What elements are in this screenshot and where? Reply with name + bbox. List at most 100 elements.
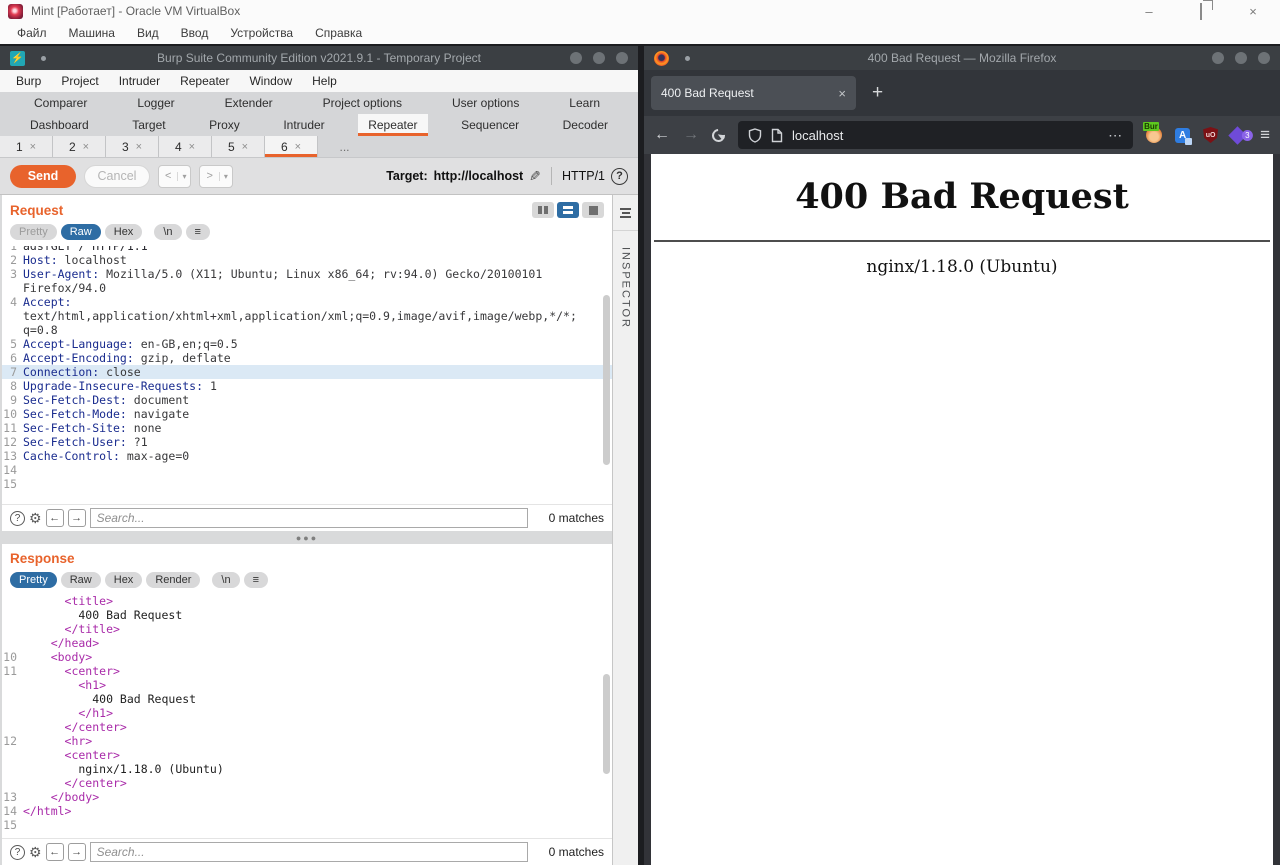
search-settings-gear-icon[interactable]: ⚙ — [29, 510, 42, 527]
host-menu-item-4[interactable]: Устройства — [219, 26, 304, 40]
tab-proxy[interactable]: Proxy — [199, 114, 250, 136]
inspector-sidebar[interactable]: INSPECTOR — [612, 195, 638, 865]
response-editor[interactable]: <title> 400 Bad Request </title> </head>… — [2, 594, 612, 838]
search-prev-button[interactable]: ← — [46, 509, 64, 527]
burp-menu-repeater[interactable]: Repeater — [170, 74, 239, 88]
tab-learn[interactable]: Learn — [559, 92, 610, 114]
host-menu-item-2[interactable]: Вид — [126, 26, 170, 40]
repeater-tab-1[interactable]: 1× — [0, 136, 53, 157]
close-button[interactable]: × — [1244, 4, 1262, 19]
browser-tab[interactable]: 400 Bad Request × — [651, 76, 856, 110]
chip-n[interactable]: \n — [154, 224, 181, 240]
tab-repeater[interactable]: Repeater — [358, 114, 427, 136]
request-editor[interactable]: 1adsfGET / HTTP/1.12Host: localhost3User… — [2, 246, 612, 504]
tab-comparer[interactable]: Comparer — [24, 92, 97, 114]
minimize-button[interactable]: – — [1140, 4, 1158, 19]
tab-logger[interactable]: Logger — [127, 92, 184, 114]
host-menu-item-3[interactable]: Ввод — [170, 26, 220, 40]
search-next-button[interactable]: → — [68, 509, 86, 527]
search-settings-gear-icon[interactable]: ⚙ — [29, 844, 42, 861]
burp-menu-intruder[interactable]: Intruder — [109, 74, 170, 88]
layout-rows-button[interactable] — [557, 202, 579, 218]
tab-project-options[interactable]: Project options — [313, 92, 412, 114]
send-button[interactable]: Send — [10, 165, 76, 188]
tab-intruder[interactable]: Intruder — [273, 114, 334, 136]
page-actions-dots-icon[interactable]: ⋯ — [1108, 127, 1123, 144]
caret-down-icon[interactable]: ▾ — [177, 172, 190, 181]
foxyproxy-extension-icon[interactable]: Bur — [1146, 127, 1162, 143]
inspector-collapse-icon[interactable] — [620, 208, 631, 218]
tab-sequencer[interactable]: Sequencer — [451, 114, 529, 136]
restore-button[interactable] — [1192, 4, 1210, 19]
repeater-tab-more[interactable]: ... — [318, 136, 371, 157]
tab-close-icon[interactable]: × — [242, 141, 248, 153]
tab-dashboard[interactable]: Dashboard — [20, 114, 99, 136]
new-tab-button[interactable]: + — [872, 82, 883, 104]
chip-hex[interactable]: Hex — [105, 224, 143, 240]
tab-close-icon[interactable]: × — [83, 141, 89, 153]
history-forward-button[interactable]: >▾ — [199, 165, 232, 188]
back-button[interactable]: ← — [654, 126, 670, 144]
window-button-maximize[interactable] — [593, 52, 605, 64]
repeater-tab-2[interactable]: 2× — [53, 136, 106, 157]
translate-extension-icon[interactable]: A — [1175, 128, 1190, 143]
layout-single-button[interactable] — [582, 202, 604, 218]
repeater-tab-6[interactable]: 6× — [265, 136, 318, 157]
window-button-close[interactable] — [616, 52, 628, 64]
forward-button[interactable]: → — [683, 126, 699, 144]
request-scrollbar[interactable] — [603, 295, 610, 465]
tab-user-options[interactable]: User options — [442, 92, 529, 114]
caret-down-icon[interactable]: ▾ — [219, 172, 232, 181]
search-help-icon[interactable]: ? — [10, 511, 25, 526]
window-button-minimize[interactable] — [570, 52, 582, 64]
window-button-maximize[interactable] — [1235, 52, 1247, 64]
window-button-close[interactable] — [1258, 52, 1270, 64]
search-help-icon[interactable]: ? — [10, 845, 25, 860]
ublock-origin-extension-icon[interactable]: uO — [1203, 127, 1218, 143]
chip-raw[interactable]: Raw — [61, 572, 101, 588]
window-button-minimize[interactable] — [1212, 52, 1224, 64]
tab-target[interactable]: Target — [122, 114, 175, 136]
history-back-button[interactable]: <▾ — [158, 165, 191, 188]
tracking-shield-icon[interactable] — [748, 128, 762, 143]
chip-n[interactable]: \n — [212, 572, 239, 588]
tab-close-icon[interactable]: × — [295, 141, 301, 153]
app-menu-hamburger-icon[interactable]: ≡ — [1260, 125, 1270, 145]
tab-close-icon[interactable]: × — [30, 141, 36, 153]
repeater-tab-5[interactable]: 5× — [212, 136, 265, 157]
panel-splitter-handle[interactable]: ●●● — [2, 531, 612, 544]
edit-target-pencil-icon[interactable]: ✎ — [529, 168, 541, 185]
tab-extender[interactable]: Extender — [215, 92, 283, 114]
chip-hex[interactable]: Hex — [105, 572, 143, 588]
chip-item[interactable]: ≡ — [244, 572, 268, 588]
repeater-tab-3[interactable]: 3× — [106, 136, 159, 157]
tab-close-icon[interactable]: × — [136, 141, 142, 153]
search-next-button[interactable]: → — [68, 843, 86, 861]
tab-decoder[interactable]: Decoder — [553, 114, 618, 136]
url-bar[interactable]: localhost ⋯ — [738, 121, 1133, 149]
burp-titlebar[interactable]: Burp Suite Community Edition v2021.9.1 -… — [0, 46, 638, 70]
chip-render[interactable]: Render — [146, 572, 200, 588]
chip-pretty[interactable]: Pretty — [10, 572, 57, 588]
response-scrollbar[interactable] — [603, 674, 610, 774]
url-text[interactable]: localhost — [792, 128, 843, 143]
host-menu-item-5[interactable]: Справка — [304, 26, 373, 40]
chip-pretty[interactable]: Pretty — [10, 224, 57, 240]
firefox-titlebar[interactable]: 400 Bad Request — Mozilla Firefox — [644, 46, 1280, 70]
burp-menu-project[interactable]: Project — [51, 74, 108, 88]
burp-menu-burp[interactable]: Burp — [6, 74, 51, 88]
tab-close-icon[interactable]: × — [838, 86, 846, 101]
response-search-input[interactable] — [90, 842, 528, 862]
host-menu-item-1[interactable]: Машина — [58, 26, 126, 40]
cancel-button[interactable]: Cancel — [84, 165, 150, 188]
container-extension-icon[interactable]: 3 — [1228, 126, 1246, 144]
chip-raw[interactable]: Raw — [61, 224, 101, 240]
layout-columns-button[interactable] — [532, 202, 554, 218]
search-prev-button[interactable]: ← — [46, 843, 64, 861]
burp-menu-window[interactable]: Window — [239, 74, 302, 88]
chip-item[interactable]: ≡ — [186, 224, 210, 240]
reload-icon[interactable] — [709, 126, 727, 144]
help-icon[interactable]: ? — [611, 168, 628, 185]
page-info-icon[interactable] — [771, 128, 783, 143]
burp-menu-help[interactable]: Help — [302, 74, 347, 88]
